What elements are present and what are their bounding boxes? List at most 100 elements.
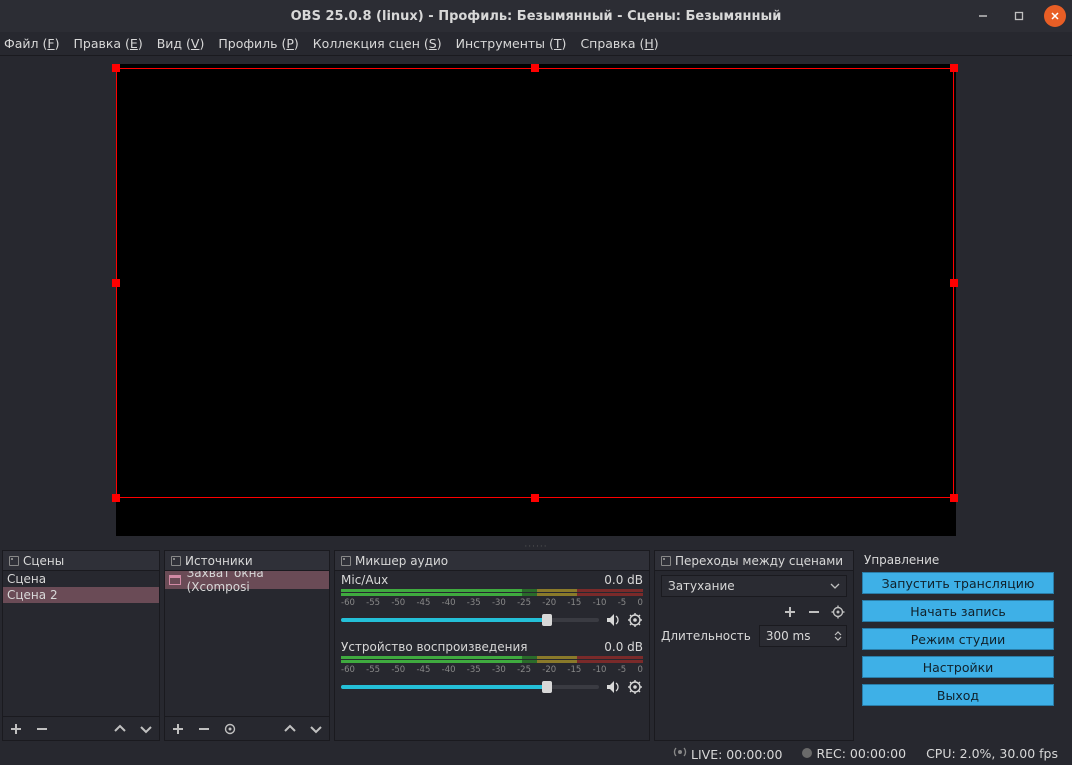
maximize-button[interactable] bbox=[1008, 5, 1030, 27]
handle-nw[interactable] bbox=[112, 64, 120, 72]
sources-toolbar bbox=[165, 716, 329, 740]
transitions-dock: Переходы между сценами Затухание Длитель… bbox=[654, 550, 854, 741]
transitions-title[interactable]: Переходы между сценами bbox=[655, 551, 853, 571]
scenes-list[interactable]: СценаСцена 2 bbox=[3, 571, 159, 716]
cpu-status: CPU: 2.0%, 30.00 fps bbox=[926, 746, 1058, 761]
dock-icon bbox=[341, 556, 351, 566]
sources-list[interactable]: Захват окна (Xcomposi bbox=[165, 571, 329, 716]
vu-meter bbox=[341, 656, 643, 664]
scenes-toolbar bbox=[3, 716, 159, 740]
remove-transition-button[interactable] bbox=[805, 603, 823, 621]
transitions-toolbar bbox=[661, 597, 847, 625]
start-streaming-button[interactable]: Запустить трансляцию bbox=[862, 572, 1054, 594]
start-recording-button[interactable]: Начать запись bbox=[862, 600, 1054, 622]
close-button[interactable] bbox=[1044, 5, 1066, 27]
handle-ne[interactable] bbox=[950, 64, 958, 72]
add-source-button[interactable] bbox=[169, 720, 187, 738]
handle-se[interactable] bbox=[950, 494, 958, 502]
move-source-up-button[interactable] bbox=[281, 720, 299, 738]
duration-spinbox[interactable]: 300 ms bbox=[759, 625, 847, 647]
handle-e[interactable] bbox=[950, 279, 958, 287]
add-scene-button[interactable] bbox=[7, 720, 25, 738]
handle-sw[interactable] bbox=[112, 494, 120, 502]
handle-s[interactable] bbox=[531, 494, 539, 502]
move-source-down-button[interactable] bbox=[307, 720, 325, 738]
dock-row: Сцены СценаСцена 2 Источники Захват окна… bbox=[0, 550, 1072, 741]
volume-slider[interactable] bbox=[341, 618, 599, 622]
channel-name: Устройство воспроизведения bbox=[341, 640, 527, 654]
duration-label: Длительность bbox=[661, 629, 751, 643]
audio-mixer-body: Mic/Aux 0.0 dB -60-55-50-45-40-35-30-25-20… bbox=[335, 571, 649, 740]
gear-icon[interactable] bbox=[627, 679, 643, 695]
selection-box[interactable] bbox=[116, 68, 954, 498]
audio-mixer-title[interactable]: Микшер аудио bbox=[335, 551, 649, 571]
transition-select[interactable]: Затухание bbox=[661, 575, 847, 597]
transition-selected-label: Затухание bbox=[668, 579, 735, 593]
scene-item[interactable]: Сцена bbox=[3, 571, 159, 587]
source-label: Захват окна (Xcomposi bbox=[187, 571, 325, 594]
mixer-channel: Устройство воспроизведения 0.0 dB -60-55-5… bbox=[341, 640, 643, 695]
broadcast-icon bbox=[673, 745, 687, 759]
gear-icon[interactable] bbox=[627, 612, 643, 628]
menu-tools[interactable]: Инструменты (T) bbox=[456, 36, 567, 51]
audio-mixer-dock: Микшер аудио Mic/Aux 0.0 dB -60-55-50-45-4… bbox=[334, 550, 650, 741]
vu-meter bbox=[341, 589, 643, 597]
controls-body: Запустить трансляцию Начать запись Режим с… bbox=[858, 570, 1058, 708]
source-item[interactable]: Захват окна (Xcomposi bbox=[165, 571, 329, 589]
move-scene-up-button[interactable] bbox=[111, 720, 129, 738]
dock-icon bbox=[171, 556, 181, 566]
menu-file[interactable]: Файл (F) bbox=[4, 36, 59, 51]
controls-dock: Управление Запустить трансляцию Начать за… bbox=[858, 550, 1058, 741]
menu-edit[interactable]: Правка (E) bbox=[73, 36, 142, 51]
sources-title[interactable]: Источники bbox=[165, 551, 329, 571]
menubar: Файл (F) Правка (E) Вид (V) Профиль (P) … bbox=[0, 32, 1072, 56]
remove-scene-button[interactable] bbox=[33, 720, 51, 738]
settings-button[interactable]: Настройки bbox=[862, 656, 1054, 678]
rec-status: REC: 00:00:00 bbox=[802, 746, 906, 761]
add-transition-button[interactable] bbox=[781, 603, 799, 621]
menu-profile[interactable]: Профиль (P) bbox=[218, 36, 298, 51]
transition-settings-button[interactable] bbox=[829, 603, 847, 621]
move-scene-down-button[interactable] bbox=[137, 720, 155, 738]
chevron-down-icon bbox=[834, 636, 842, 641]
studio-mode-button[interactable]: Режим студии bbox=[862, 628, 1054, 650]
window-controls bbox=[972, 0, 1066, 32]
channel-name: Mic/Aux bbox=[341, 573, 388, 587]
window-title: OBS 25.0.8 (linux) - Профиль: Безымянный… bbox=[291, 9, 782, 24]
speaker-icon[interactable] bbox=[605, 679, 621, 695]
minimize-button[interactable] bbox=[972, 5, 994, 27]
preview-area[interactable] bbox=[0, 56, 1072, 544]
exit-button[interactable]: Выход bbox=[862, 684, 1054, 706]
vu-ticks: -60-55-50-45-40-35-30-25-20-15-10-50 bbox=[341, 665, 643, 675]
scenes-title[interactable]: Сцены bbox=[3, 551, 159, 571]
sources-dock: Источники Захват окна (Xcomposi bbox=[164, 550, 330, 741]
volume-slider[interactable] bbox=[341, 685, 599, 689]
channel-db: 0.0 dB bbox=[604, 573, 643, 587]
menu-help[interactable]: Справка (H) bbox=[580, 36, 658, 51]
transitions-body: Затухание Длительность 300 ms bbox=[655, 571, 853, 651]
scenes-dock: Сцены СценаСцена 2 bbox=[2, 550, 160, 741]
speaker-icon[interactable] bbox=[605, 612, 621, 628]
chevron-down-icon bbox=[830, 583, 840, 589]
spin-arrows[interactable] bbox=[834, 631, 842, 641]
duration-row: Длительность 300 ms bbox=[661, 625, 847, 647]
handle-w[interactable] bbox=[112, 279, 120, 287]
scene-item[interactable]: Сцена 2 bbox=[3, 587, 159, 603]
handle-n[interactable] bbox=[531, 64, 539, 72]
window-capture-icon bbox=[169, 575, 181, 585]
live-status: LIVE: 00:00:00 bbox=[673, 745, 782, 762]
statusbar: LIVE: 00:00:00 REC: 00:00:00 CPU: 2.0%, … bbox=[0, 741, 1072, 765]
dock-icon bbox=[661, 556, 671, 566]
vu-ticks: -60-55-50-45-40-35-30-25-20-15-10-50 bbox=[341, 598, 643, 608]
record-icon bbox=[802, 748, 812, 758]
remove-source-button[interactable] bbox=[195, 720, 213, 738]
controls-title: Управление bbox=[858, 550, 1058, 570]
mixer-channel: Mic/Aux 0.0 dB -60-55-50-45-40-35-30-25-20… bbox=[341, 573, 643, 628]
channel-db: 0.0 dB bbox=[604, 640, 643, 654]
duration-value: 300 ms bbox=[766, 629, 811, 643]
source-properties-button[interactable] bbox=[221, 720, 239, 738]
preview-canvas[interactable] bbox=[116, 64, 956, 536]
titlebar: OBS 25.0.8 (linux) - Профиль: Безымянный… bbox=[0, 0, 1072, 32]
menu-scene-collection[interactable]: Коллекция сцен (S) bbox=[313, 36, 442, 51]
menu-view[interactable]: Вид (V) bbox=[157, 36, 205, 51]
